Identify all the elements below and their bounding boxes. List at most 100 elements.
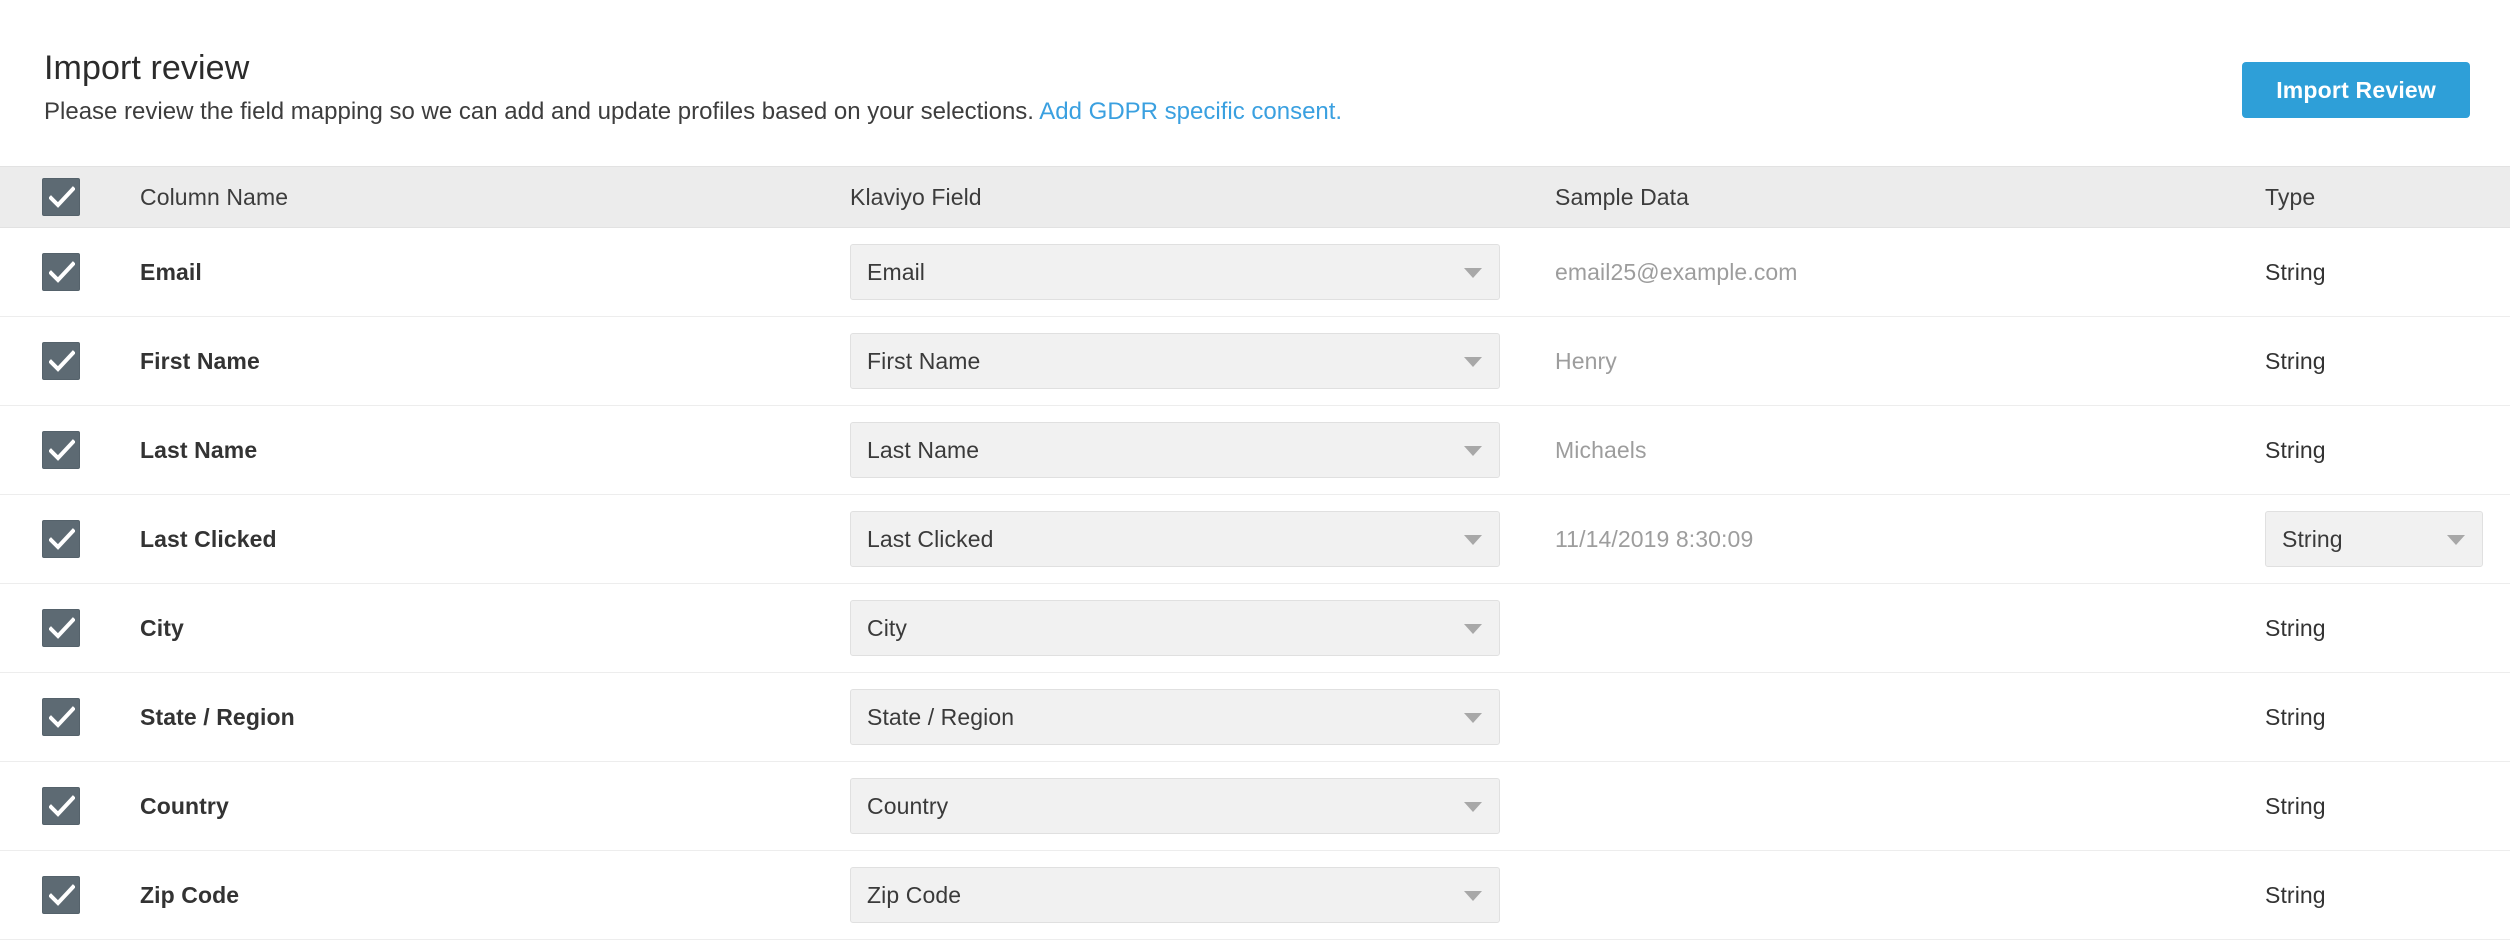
check-icon <box>49 439 75 463</box>
check-icon <box>49 528 75 552</box>
row-checkbox[interactable] <box>42 342 80 380</box>
row-type-value: String <box>2265 615 2510 642</box>
check-icon <box>49 884 75 908</box>
klaviyo-field-select-value: First Name <box>851 348 980 375</box>
row-column-name: Last Clicked <box>140 526 850 553</box>
row-checkbox[interactable] <box>42 253 80 291</box>
klaviyo-field-select[interactable]: Email <box>850 244 1500 300</box>
header-klaviyo-field: Klaviyo Field <box>850 184 1555 211</box>
chevron-down-icon <box>2447 535 2465 545</box>
row-klaviyo-field-cell: Last Name <box>850 422 1555 478</box>
page-subtitle: Please review the field mapping so we ca… <box>44 97 2470 127</box>
row-klaviyo-field-cell: Zip Code <box>850 867 1555 923</box>
klaviyo-field-select[interactable]: Country <box>850 778 1500 834</box>
row-column-name: Email <box>140 259 850 286</box>
row-checkbox-cell <box>0 342 140 380</box>
klaviyo-field-select[interactable]: City <box>850 600 1500 656</box>
select-all-checkbox[interactable] <box>42 178 80 216</box>
row-type-value: String <box>2265 793 2510 820</box>
chevron-down-icon <box>1464 713 1482 723</box>
row-column-name: Last Name <box>140 437 850 464</box>
row-checkbox[interactable] <box>42 787 80 825</box>
klaviyo-field-select[interactable]: State / Region <box>850 689 1500 745</box>
check-icon <box>49 795 75 819</box>
row-column-name: Zip Code <box>140 882 850 909</box>
chevron-down-icon <box>1464 624 1482 634</box>
row-checkbox[interactable] <box>42 520 80 558</box>
klaviyo-field-select[interactable]: Last Clicked <box>850 511 1500 567</box>
row-type-cell: String <box>2265 511 2510 567</box>
row-type-value: String <box>2265 882 2510 909</box>
klaviyo-field-select[interactable]: Last Name <box>850 422 1500 478</box>
table-header-row: Column Name Klaviyo Field Sample Data Ty… <box>0 166 2510 228</box>
add-gdpr-consent-link[interactable]: Add GDPR specific consent. <box>1039 98 1342 125</box>
page-title: Import review <box>44 48 2470 88</box>
klaviyo-field-select-value: City <box>851 615 907 642</box>
chevron-down-icon <box>1464 268 1482 278</box>
row-column-name: City <box>140 615 850 642</box>
row-checkbox-cell <box>0 609 140 647</box>
row-column-name: State / Region <box>140 704 850 731</box>
field-mapping-table: Column Name Klaviyo Field Sample Data Ty… <box>0 166 2510 940</box>
header-column-name: Column Name <box>140 184 850 211</box>
type-select[interactable]: String <box>2265 511 2483 567</box>
row-type-value: String <box>2265 259 2510 286</box>
table-row: CityCity String <box>0 584 2510 673</box>
row-checkbox-cell <box>0 253 140 291</box>
chevron-down-icon <box>1464 891 1482 901</box>
klaviyo-field-select-value: Last Clicked <box>851 526 993 553</box>
import-review-page: Import review Please review the field ma… <box>0 0 2510 950</box>
row-checkbox-cell <box>0 698 140 736</box>
row-sample-data: Henry <box>1555 348 2265 375</box>
check-icon <box>49 350 75 374</box>
check-icon <box>49 706 75 730</box>
row-column-name: First Name <box>140 348 850 375</box>
header-checkbox-cell <box>0 178 140 216</box>
row-sample-data: Michaels <box>1555 437 2265 464</box>
klaviyo-field-select[interactable]: Zip Code <box>850 867 1500 923</box>
klaviyo-field-select-value: State / Region <box>851 704 1014 731</box>
row-checkbox[interactable] <box>42 698 80 736</box>
row-checkbox-cell <box>0 431 140 469</box>
check-icon <box>49 186 75 210</box>
check-icon <box>49 617 75 641</box>
klaviyo-field-select-value: Country <box>851 793 948 820</box>
klaviyo-field-select[interactable]: First Name <box>850 333 1500 389</box>
import-review-button[interactable]: Import Review <box>2242 62 2470 118</box>
row-checkbox-cell <box>0 876 140 914</box>
row-klaviyo-field-cell: Country <box>850 778 1555 834</box>
header-type: Type <box>2265 184 2510 211</box>
row-type-value: String <box>2265 437 2510 464</box>
row-column-name: Country <box>140 793 850 820</box>
row-klaviyo-field-cell: State / Region <box>850 689 1555 745</box>
row-checkbox-cell <box>0 520 140 558</box>
row-klaviyo-field-cell: Last Clicked <box>850 511 1555 567</box>
table-row: State / RegionState / Region String <box>0 673 2510 762</box>
klaviyo-field-select-value: Email <box>851 259 925 286</box>
chevron-down-icon <box>1464 535 1482 545</box>
row-klaviyo-field-cell: Email <box>850 244 1555 300</box>
row-checkbox[interactable] <box>42 876 80 914</box>
row-sample-data: 11/14/2019 8:30:09 <box>1555 526 2265 553</box>
table-body: EmailEmailemail25@example.comStringFirst… <box>0 228 2510 940</box>
row-sample-data: email25@example.com <box>1555 259 2265 286</box>
row-checkbox[interactable] <box>42 609 80 647</box>
row-checkbox-cell <box>0 787 140 825</box>
chevron-down-icon <box>1464 357 1482 367</box>
row-klaviyo-field-cell: First Name <box>850 333 1555 389</box>
chevron-down-icon <box>1464 802 1482 812</box>
table-row: EmailEmail email25@example.comString <box>0 228 2510 317</box>
page-header: Import review Please review the field ma… <box>0 0 2510 166</box>
table-row: Last NameLast Name MichaelsString <box>0 406 2510 495</box>
klaviyo-field-select-value: Zip Code <box>851 882 961 909</box>
row-checkbox[interactable] <box>42 431 80 469</box>
row-type-value: String <box>2265 704 2510 731</box>
check-icon <box>49 261 75 285</box>
chevron-down-icon <box>1464 446 1482 456</box>
row-type-value: String <box>2265 348 2510 375</box>
klaviyo-field-select-value: Last Name <box>851 437 979 464</box>
header-sample-data: Sample Data <box>1555 184 2265 211</box>
table-row: Last ClickedLast Clicked 11/14/2019 8:30:… <box>0 495 2510 584</box>
table-row: First NameFirst Name HenryString <box>0 317 2510 406</box>
table-row: CountryCountry String <box>0 762 2510 851</box>
